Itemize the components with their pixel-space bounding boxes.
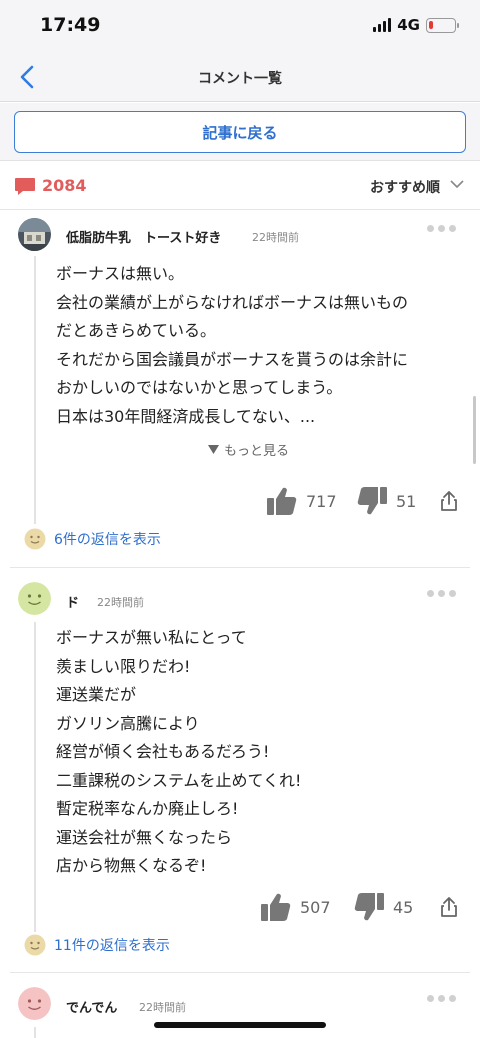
nav-bar: コメント一覧 (0, 52, 480, 102)
thread-line (34, 622, 36, 932)
show-replies-link[interactable]: 6件の返信を表示 (24, 528, 161, 550)
dislike-count: 51 (396, 491, 417, 511)
comment-line: ボーナスが無い私にとって (56, 628, 247, 647)
comment-item: 低脂肪牛乳 トースト好き 22時間前 ボーナスは無い。 会社の業績が上がらなけれ… (0, 210, 480, 565)
return-section: 記事に戻る (0, 103, 480, 161)
comment-line: 会社の業績が上がらなければボーナスは無いもの (56, 292, 409, 312)
show-replies-label: 11件の返信を表示 (54, 938, 170, 954)
comment-line: 羨ましい限りだわ! (56, 656, 191, 676)
show-replies-label: 6件の返信を表示 (54, 532, 161, 548)
signal-icon (373, 18, 392, 32)
thumbs-up-icon (267, 487, 297, 515)
avatar[interactable] (18, 582, 51, 615)
like-count: 717 (306, 491, 337, 511)
comment-body: ボーナスが無い私にとって 羨ましい限りだわ! 運送業だが ガソリン高騰により 経… (56, 624, 466, 881)
triangle-down-icon (208, 445, 219, 454)
comment-line: 日本は30年間経済成長してない、... (56, 406, 316, 426)
comment-username[interactable]: ド (66, 592, 79, 611)
dislike-count: 45 (393, 897, 414, 917)
dislike-button[interactable]: 45 (353, 892, 413, 922)
chevron-down-icon[interactable] (450, 180, 464, 189)
comment-line: 運送会社が無くなったら (56, 827, 233, 847)
comment-line: だとあきらめている。 (56, 321, 217, 340)
comment-body: ボーナスは無い。 会社の業績が上がらなければボーナスは無いもの だとあきらめてい… (56, 260, 466, 431)
comment-line: 経営が傾く会社もあるだろう! (56, 742, 270, 761)
scrollbar[interactable] (473, 396, 476, 464)
comment-time: 22時間前 (139, 1001, 186, 1014)
comment-item: ド 22時間前 ボーナスが無い私にとって 羨ましい限りだわ! 運送業だが ガソリ… (0, 568, 480, 968)
comment-username[interactable]: でんでん (66, 997, 117, 1016)
home-indicator[interactable] (154, 1022, 326, 1028)
comment-username[interactable]: 低脂肪牛乳 トースト好き (66, 227, 221, 246)
comments-header: 2084 おすすめ順 (0, 162, 480, 210)
comment-line: おかしいのではないかと思ってしまう。 (56, 378, 343, 397)
comment-line: 二重課税のシステムを止めてくれ! (56, 770, 302, 790)
avatar[interactable] (18, 987, 51, 1020)
comment-line: 暫定税率なんか廃止しろ! (56, 799, 239, 818)
comment-line: 運送業だが (56, 685, 137, 704)
comment-line: それだから国会議員がボーナスを貰うのは余計に (56, 349, 409, 369)
status-indicators: 4G (373, 16, 459, 34)
thumbs-down-icon (357, 487, 387, 515)
like-count: 507 (300, 897, 331, 917)
status-time: 17:49 (40, 14, 101, 36)
like-button[interactable]: 717 (266, 486, 337, 516)
show-replies-link[interactable]: 11件の返信を表示 (24, 934, 170, 956)
battery-level (429, 20, 433, 29)
smiley-icon (24, 528, 46, 550)
share-icon[interactable] (440, 896, 458, 918)
status-bar: 17:49 4G (0, 0, 480, 52)
battery-icon (426, 17, 459, 33)
network-type: 4G (397, 16, 420, 34)
share-icon[interactable] (440, 490, 458, 512)
return-to-article-button[interactable]: 記事に戻る (14, 111, 466, 153)
more-options-icon[interactable] (427, 590, 456, 597)
thread-line (34, 256, 36, 524)
like-button[interactable]: 507 (260, 892, 331, 922)
show-more-link[interactable]: もっと見る (208, 440, 289, 459)
comment-line: ボーナスは無い。 (56, 264, 185, 283)
comment-bubble-icon (15, 178, 35, 195)
comment-count: 2084 (42, 176, 87, 195)
sort-dropdown[interactable]: おすすめ順 (370, 177, 440, 197)
avatar[interactable] (18, 218, 51, 251)
more-options-icon[interactable] (427, 995, 456, 1002)
comment-line: ガソリン高騰により (56, 713, 200, 733)
smiley-icon (24, 934, 46, 956)
page-title: コメント一覧 (198, 71, 282, 87)
thumbs-down-icon (354, 893, 384, 921)
show-more-label: もっと見る (224, 444, 290, 459)
comment-time: 22時間前 (97, 596, 144, 609)
thumbs-up-icon (261, 893, 291, 921)
dislike-button[interactable]: 51 (356, 486, 416, 516)
more-options-icon[interactable] (427, 225, 456, 232)
comment-line: 店から物無くなるぞ! (56, 856, 207, 875)
comment-item: でんでん 22時間前 (0, 973, 480, 1038)
comment-time: 22時間前 (252, 231, 299, 244)
thread-line (34, 1027, 36, 1038)
